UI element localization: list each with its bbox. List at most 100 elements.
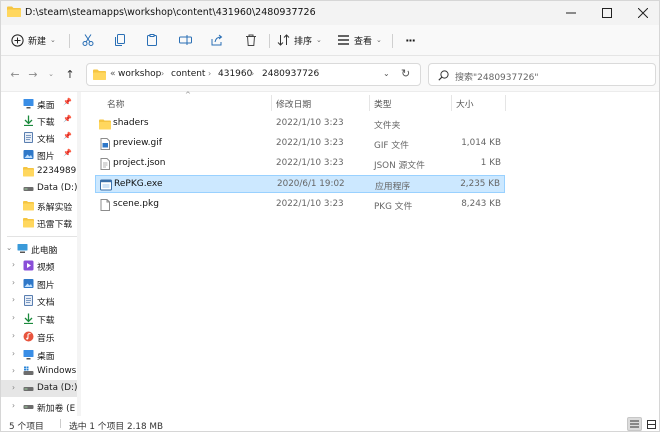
column-divider[interactable] (505, 95, 506, 111)
folder-icon (7, 6, 21, 17)
column-header-size[interactable]: 大小 (456, 97, 474, 110)
file-name: RePKG.exe (114, 179, 163, 189)
chevron-right-icon[interactable]: › (12, 278, 15, 287)
chevron-right-icon[interactable]: › (12, 349, 15, 358)
up-button[interactable]: ↑ (62, 67, 78, 81)
sort-ascending-icon: ^ (185, 91, 191, 99)
videos-icon (23, 260, 34, 271)
back-button[interactable]: ← (7, 67, 23, 81)
nav-item-folder[interactable]: 2234989 (1, 163, 81, 180)
navigation-scrollbar[interactable] (77, 92, 81, 416)
pictures-icon (23, 150, 34, 159)
column-header-date[interactable]: 修改日期 (276, 97, 311, 110)
documents-icon (24, 132, 33, 143)
refresh-icon[interactable]: ↻ (401, 67, 410, 80)
breadcrumb-item[interactable]: workshop (118, 69, 161, 79)
tiles-view-button[interactable] (644, 417, 659, 431)
address-bar[interactable]: « workshop › content › 431960 › 24809377… (86, 63, 421, 86)
pin-icon: 📌 (63, 132, 72, 140)
chevron-right-icon[interactable]: › (12, 401, 15, 410)
maximize-button[interactable] (589, 1, 625, 25)
nav-item-windows-drive[interactable]: › Windows (1, 363, 81, 380)
nav-item-label: 音乐 (37, 334, 55, 344)
nav-item-documents[interactable]: › 文档 (1, 292, 81, 309)
breadcrumb-overflow[interactable]: « (110, 69, 116, 79)
paste-button[interactable] (144, 29, 160, 51)
close-button[interactable] (625, 1, 659, 25)
chevron-right-icon[interactable]: › (12, 383, 15, 392)
file-row[interactable]: project.json 2022/1/10 3:23 JSON 源文件 1 K… (95, 155, 505, 173)
view-button[interactable]: 查看 ⌄ (337, 29, 382, 51)
title-bar: D:\steam\steamapps\workshop\content\4319… (1, 1, 659, 25)
sort-button[interactable]: 排序 ⌄ (277, 29, 322, 51)
chevron-right-icon[interactable]: › (12, 366, 15, 375)
address-dropdown-button[interactable]: ⌄ (383, 69, 390, 78)
details-view-button[interactable] (627, 417, 642, 431)
nav-item-label: Data (D:) (37, 183, 78, 193)
nav-item-label: Data (D:) (37, 383, 78, 393)
nav-item-documents[interactable]: 文档 📌 (1, 129, 81, 146)
chevron-right-icon[interactable]: › (12, 295, 15, 304)
nav-item-desktop[interactable]: › 桌面 (1, 346, 81, 363)
search-input[interactable]: 搜索"2480937726" (455, 70, 539, 83)
new-button[interactable]: 新建 ⌄ (11, 29, 56, 51)
share-button[interactable] (209, 29, 225, 51)
column-divider[interactable] (271, 95, 272, 111)
column-header-name[interactable]: 名称 (107, 97, 125, 110)
file-type: 文件夹 (374, 121, 401, 131)
download-icon (24, 313, 33, 324)
forward-button[interactable]: → (25, 67, 41, 81)
column-header-type[interactable]: 类型 (374, 97, 392, 110)
chevron-down-icon: ⌄ (48, 70, 54, 78)
pin-icon: 📌 (63, 149, 72, 157)
file-row[interactable]: shaders 2022/1/10 3:23 文件夹 (95, 115, 505, 133)
chevron-right-icon[interactable]: › (12, 260, 15, 269)
desktop-icon (23, 350, 34, 360)
pin-icon: 📌 (63, 115, 72, 123)
column-divider[interactable] (451, 95, 452, 111)
search-box[interactable]: 搜索"2480937726" (428, 63, 656, 86)
nav-item-data-drive[interactable]: Data (D:) (1, 180, 81, 197)
file-row[interactable]: RePKG.exe 2020/6/1 19:02 应用程序 2,235 KB (95, 175, 505, 193)
breadcrumb-item[interactable]: 2480937726 (262, 69, 319, 79)
nav-item-pictures[interactable]: 图片 📌 (1, 146, 81, 163)
copy-icon (115, 34, 125, 46)
nav-item-label: 此电脑 (31, 246, 58, 256)
chevron-down-icon: ⌄ (50, 36, 56, 44)
recent-locations-button[interactable]: ⌄ (43, 67, 59, 81)
nav-item-desktop[interactable]: 桌面 📌 (1, 95, 81, 112)
column-divider[interactable] (369, 95, 370, 111)
nav-item-pictures[interactable]: › 图片 (1, 275, 81, 292)
breadcrumb-item[interactable]: 431960 (218, 69, 252, 79)
nav-item-label: 新加卷 (E (37, 404, 76, 414)
nav-item-label: 视频 (37, 263, 55, 273)
breadcrumb-item[interactable]: content (171, 69, 205, 79)
file-type: PKG 文件 (374, 202, 413, 212)
nav-item-downloads[interactable]: › 下载 (1, 310, 81, 327)
nav-item-new-volume[interactable]: › 新加卷 (E (1, 398, 81, 415)
chevron-right-icon[interactable]: › (12, 313, 15, 322)
nav-item-folder[interactable]: 系解实验 (1, 197, 81, 214)
divider (392, 34, 393, 48)
copy-button[interactable] (112, 29, 128, 51)
minimize-button[interactable] (553, 1, 589, 25)
rename-button[interactable] (177, 29, 193, 51)
nav-item-this-pc[interactable]: ⌄ 此电脑 (1, 240, 81, 257)
nav-item-data-drive[interactable]: › Data (D:) (1, 380, 81, 397)
chevron-down-icon[interactable]: ⌄ (6, 243, 12, 252)
folder-icon (23, 218, 34, 228)
nav-item-label: 迅雷下载 (37, 220, 73, 230)
file-row[interactable]: scene.pkg 2022/1/10 3:23 PKG 文件 8,243 KB (95, 196, 505, 214)
nav-item-videos[interactable]: › 视频 (1, 257, 81, 274)
more-options-button[interactable]: ··· (401, 29, 419, 51)
nav-item-music[interactable]: › 音乐 (1, 328, 81, 345)
explorer-window: D:\steam\steamapps\workshop\content\4319… (0, 0, 660, 432)
nav-item-folder[interactable]: 迅雷下载 (1, 214, 81, 231)
file-row[interactable]: preview.gif 2022/1/10 3:23 GIF 文件 1,014 … (95, 135, 505, 153)
nav-item-label: 下载 (37, 316, 55, 326)
maximize-icon (602, 8, 612, 18)
cut-button[interactable] (80, 29, 96, 51)
nav-item-downloads[interactable]: 下载 📌 (1, 112, 81, 129)
chevron-right-icon[interactable]: › (12, 331, 15, 340)
delete-button[interactable] (243, 29, 259, 51)
